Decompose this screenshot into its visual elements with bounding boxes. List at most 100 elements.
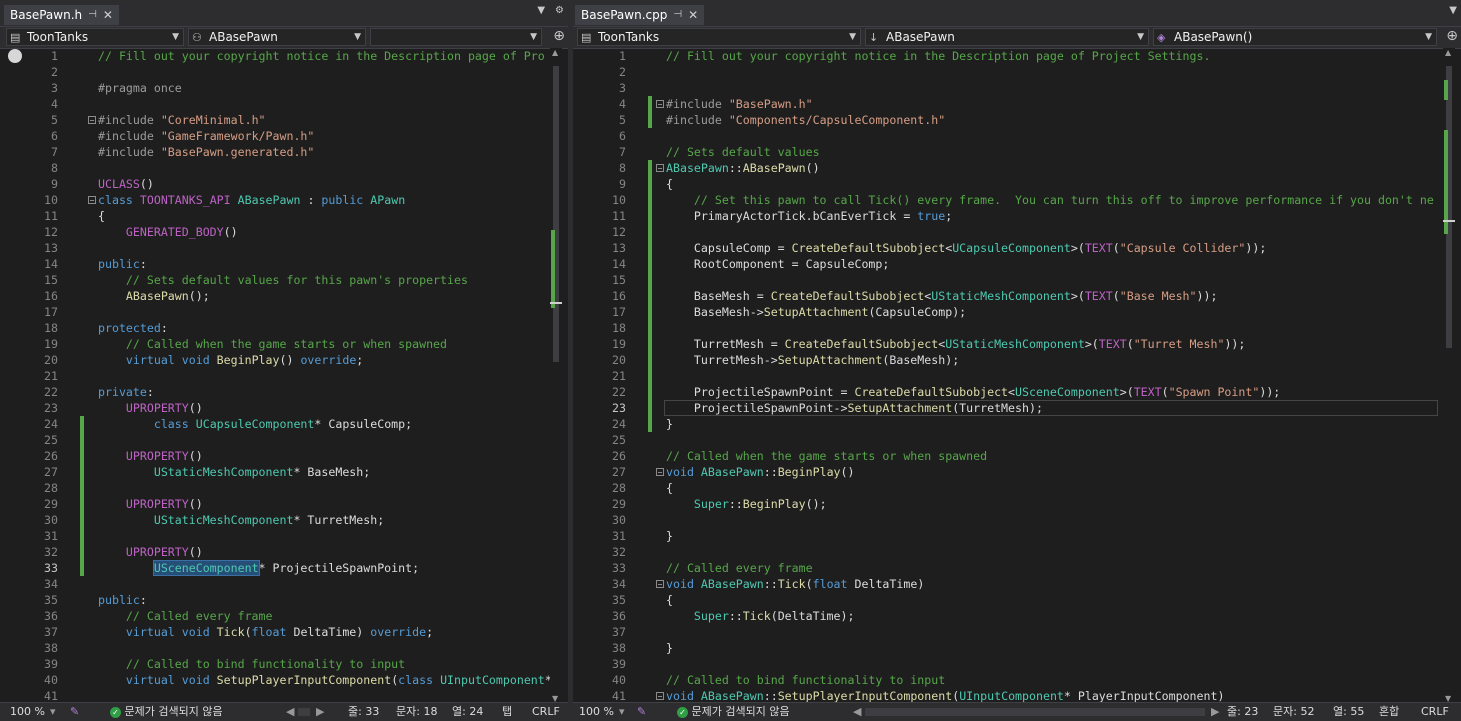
horizontal-scrollbar-thumb[interactable] [298,708,310,716]
scope-combo[interactable]: ↓ ABasePawn ▼ [865,28,1149,46]
code-line[interactable]: 27 UStaticMeshComponent* BaseMesh; [0,464,568,480]
code-line[interactable]: 7 #include "BasePawn.generated.h" [0,144,568,160]
code-line[interactable]: 21 [0,368,568,384]
code-line[interactable]: 5 − #include "CoreMinimal.h" [0,112,568,128]
code-line[interactable]: 24} [573,416,1461,432]
code-line[interactable]: 27 − void ABasePawn::BeginPlay() [573,464,1461,480]
split-icon[interactable]: ⊕ [553,28,565,44]
code-line[interactable]: 20 TurretMesh->SetupAttachment(BaseMesh)… [573,352,1461,368]
code-line[interactable]: 28 { [573,480,1461,496]
code-line[interactable]: 15 // Sets default values for this pawn'… [0,272,568,288]
code-line[interactable]: 12 [573,224,1461,240]
code-line[interactable]: 19 // Called when the game starts or whe… [0,336,568,352]
code-line[interactable]: 1 // Fill out your copyright notice in th… [0,48,568,64]
pin-icon[interactable]: ⊣ [673,5,682,25]
code-line[interactable]: 16 BaseMesh = CreateDefaultSubobject<USt… [573,288,1461,304]
code-line[interactable]: 32 [573,544,1461,560]
project-combo[interactable]: ▤ ToonTanks ▼ [6,28,184,46]
code-line[interactable]: 29 Super::BeginPlay(); [573,496,1461,512]
code-line[interactable]: 20 virtual void BeginPlay() override; [0,352,568,368]
code-line[interactable]: 31 [0,528,568,544]
char-number[interactable]: 문자: 18 [396,703,437,720]
code-line[interactable]: 24 class UCapsuleComponent* CapsuleComp; [0,416,568,432]
code-line[interactable]: 41 − void ABasePawn::SetupPlayerInputCompo… [573,688,1461,703]
vertical-scrollbar[interactable]: ▲ ▼ [550,48,562,703]
code-line[interactable]: 8 [0,160,568,176]
scroll-right-icon[interactable]: ▶ [316,703,324,720]
code-line[interactable]: 14 public: [0,256,568,272]
member-combo[interactable]: ▼ [370,28,542,46]
tab-list-dropdown-icon[interactable]: ▼ [537,5,545,16]
zoom-dropdown-icon[interactable]: ▾ [50,703,56,720]
code-line[interactable]: 40 // Called to bind functionality to inp… [573,672,1461,688]
code-line[interactable]: 10 // Set this pawn to call Tick() every… [573,192,1461,208]
code-line[interactable]: 26 // Called when the game starts or when… [573,448,1461,464]
code-line[interactable]: 3 [573,80,1461,96]
zoom-level[interactable]: 100 % [579,703,614,720]
column-number[interactable]: 열: 24 [452,703,483,720]
collapse-icon[interactable]: − [656,692,664,701]
indent-mode[interactable]: 혼합 [1379,703,1399,720]
line-number[interactable]: 줄: 23 [1227,703,1258,720]
code-line[interactable]: 7 // Sets default values [573,144,1461,160]
collapse-icon[interactable]: − [656,164,664,173]
code-line[interactable]: 18 protected: [0,320,568,336]
code-line[interactable]: 30 UStaticMeshComponent* TurretMesh; [0,512,568,528]
code-line[interactable]: 2 [0,64,568,80]
code-line[interactable]: 1 // Fill out your copyright notice in th… [573,48,1461,64]
tab-basepawn-h[interactable]: BasePawn.h ⊣ ✕ [4,5,119,25]
code-line[interactable]: 17 BaseMesh->SetupAttachment(CapsuleComp… [573,304,1461,320]
indent-mode[interactable]: 탭 [502,703,512,720]
code-line[interactable]: 39 [573,656,1461,672]
code-line[interactable]: 23 ProjectileSpawnPoint->SetupAttachment… [573,400,1461,416]
brush-icon[interactable]: ✎ [637,703,646,720]
code-line[interactable]: 35 { [573,592,1461,608]
code-line[interactable]: 4 [0,96,568,112]
code-line[interactable]: 6 #include "GameFramework/Pawn.h" [0,128,568,144]
code-line[interactable]: 34 [0,576,568,592]
code-line[interactable]: 32 UPROPERTY() [0,544,568,560]
code-line[interactable]: 33 USceneComponent* ProjectileSpawnPoint… [0,560,568,576]
code-line[interactable]: 11 PrimaryActorTick.bCanEverTick = true; [573,208,1461,224]
code-line[interactable]: 14 RootComponent = CapsuleComp; [573,256,1461,272]
collapse-icon[interactable]: − [88,116,96,125]
code-line[interactable]: 40 virtual void SetupPlayerInputComponen… [0,672,568,688]
code-line[interactable]: 15 [573,272,1461,288]
code-line[interactable]: 37 [573,624,1461,640]
code-line[interactable]: 31} [573,528,1461,544]
collapse-icon[interactable]: − [656,468,664,477]
code-line[interactable]: 39 // Called to bind functionality to in… [0,656,568,672]
scroll-up-icon[interactable]: ▲ [552,48,558,57]
tab-list-dropdown-icon[interactable]: ▼ [1449,5,1457,16]
scroll-right-icon[interactable]: ▶ [1211,703,1219,720]
char-number[interactable]: 문자: 52 [1273,703,1314,720]
code-line[interactable]: 2 [573,64,1461,80]
code-line[interactable]: 8− ABasePawn::ABasePawn() [573,160,1461,176]
code-line[interactable]: 38} [573,640,1461,656]
scope-combo[interactable]: ⚇ ABasePawn ▼ [188,28,366,46]
split-icon[interactable]: ⊕ [1446,28,1458,44]
code-line[interactable]: 22 ProjectileSpawnPoint = CreateDefaultS… [573,384,1461,400]
code-line[interactable]: 35 public: [0,592,568,608]
brush-icon[interactable]: ✎ [70,703,79,720]
scroll-up-icon[interactable]: ▲ [1445,48,1451,57]
code-line[interactable]: 38 [0,640,568,656]
code-line[interactable]: 34 − void ABasePawn::Tick(float DeltaTime) [573,576,1461,592]
code-line[interactable]: 28 [0,480,568,496]
scrollbar-thumb[interactable] [553,66,559,362]
code-editor[interactable]: 1 // Fill out your copyright notice in th… [0,48,568,703]
code-line[interactable]: 33 // Called every frame [573,560,1461,576]
line-number[interactable]: 줄: 33 [348,703,379,720]
close-icon[interactable]: ✕ [688,5,698,25]
line-ending[interactable]: CRLF [532,703,560,720]
code-line[interactable]: 25 [0,432,568,448]
code-line[interactable]: 16 ABasePawn(); [0,288,568,304]
collapse-icon[interactable]: − [656,100,664,109]
code-line[interactable]: 19 TurretMesh = CreateDefaultSubobject<U… [573,336,1461,352]
close-icon[interactable]: ✕ [103,5,113,25]
horizontal-scrollbar-thumb[interactable] [865,708,1205,716]
code-line[interactable]: 5 #include "Components/CapsuleComponent.h… [573,112,1461,128]
code-line[interactable]: 13 CapsuleComp = CreateDefaultSubobject<… [573,240,1461,256]
code-line[interactable]: 9{ [573,176,1461,192]
issues-indicator[interactable]: ✓ 문제가 검색되지 않음 [110,703,223,720]
